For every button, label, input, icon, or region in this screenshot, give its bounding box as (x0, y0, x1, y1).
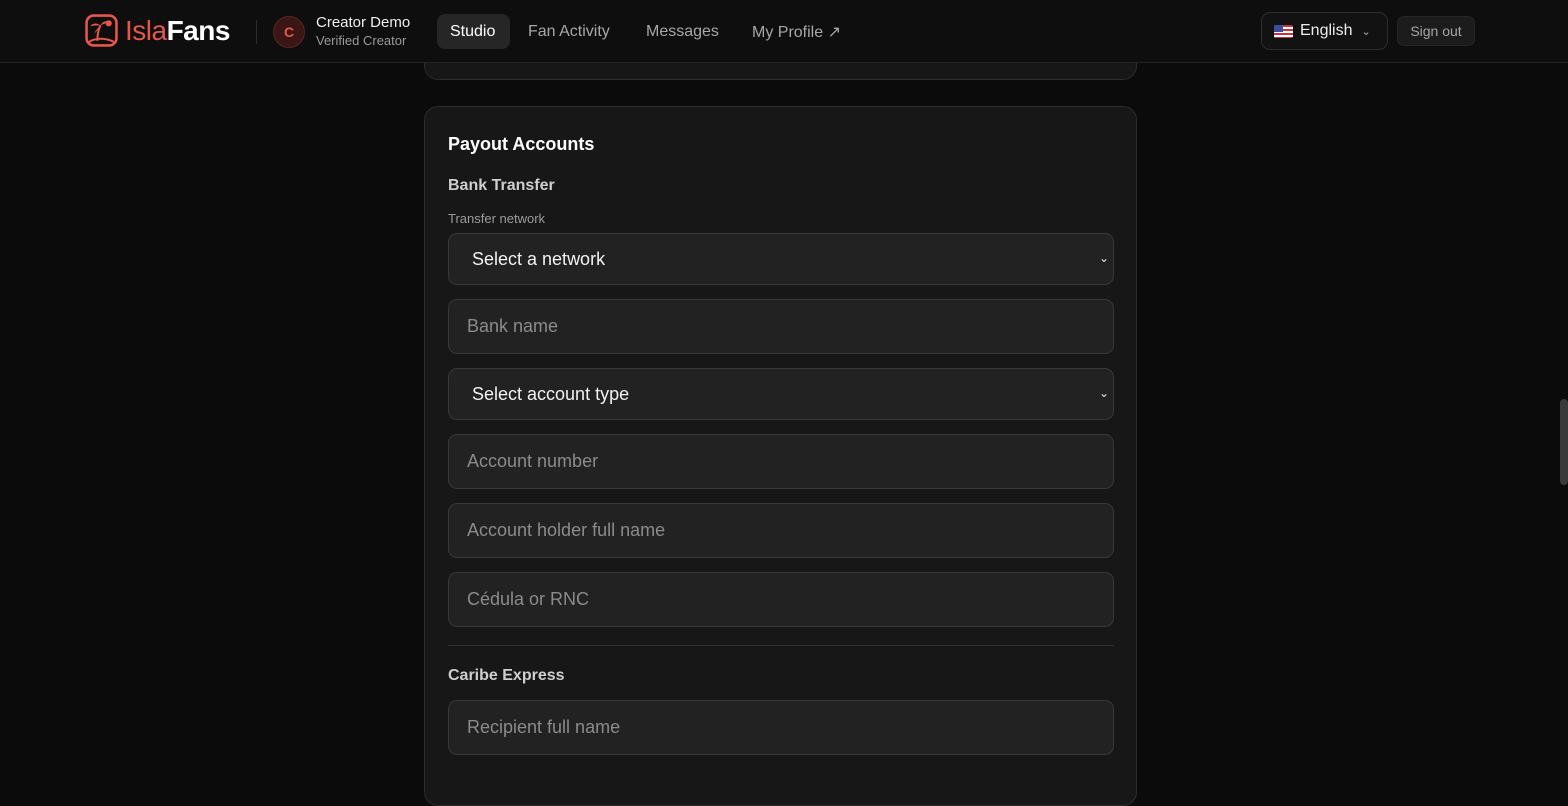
caribe-express-title: Caribe Express (448, 667, 565, 684)
nav-fan-activity[interactable]: Fan Activity (515, 14, 623, 49)
transfer-network-label: Transfer network (448, 211, 546, 226)
top-navigation-bar: IslaFans C Creator Demo Verified Creator… (0, 0, 1568, 63)
account-holder-input[interactable]: Account holder full name (448, 503, 1114, 558)
language-label: English (1300, 22, 1353, 39)
brand-name-part2: Fans (166, 14, 231, 46)
account-number-input[interactable]: Account number (448, 434, 1114, 489)
account-type-value: Select account type (472, 383, 630, 404)
page-scrollbar[interactable] (1560, 399, 1568, 485)
bank-name-input[interactable]: Bank name (448, 299, 1114, 354)
payout-accounts-title: Payout Accounts (448, 134, 595, 154)
language-selector[interactable]: English ⌄ (1261, 12, 1388, 50)
sign-out-button[interactable]: Sign out (1397, 16, 1475, 46)
recipient-name-input[interactable]: Recipient full name (448, 700, 1114, 755)
chevron-down-icon: ⌄ (1098, 386, 1109, 400)
nav-studio[interactable]: Studio (437, 14, 510, 49)
header-divider (256, 20, 257, 44)
cedula-rnc-input[interactable]: Cédula or RNC (448, 572, 1114, 627)
bank-transfer-title: Bank Transfer (448, 177, 555, 194)
section-divider (448, 645, 1114, 646)
user-role: Verified Creator (316, 33, 407, 48)
nav-messages[interactable]: Messages (633, 14, 732, 49)
avatar[interactable]: C (273, 16, 305, 48)
palm-beach-logo-icon (85, 14, 118, 47)
chevron-down-icon: ⌄ (1098, 251, 1109, 265)
transfer-network-select[interactable]: Select a network ⌄ (448, 233, 1114, 285)
payout-accounts-card: Payout Accounts Bank Transfer Transfer n… (424, 106, 1137, 806)
account-type-select[interactable]: Select account type ⌄ (448, 368, 1114, 420)
nav-my-profile[interactable]: My Profile ↗ (739, 14, 854, 49)
brand-name: IslaFans (125, 15, 230, 47)
chevron-down-icon: ⌄ (1361, 25, 1371, 38)
transfer-network-value: Select a network (472, 248, 606, 269)
brand-name-part1: Isla (125, 14, 167, 46)
us-flag-icon (1274, 24, 1293, 38)
brand-logo[interactable]: IslaFans (85, 14, 230, 47)
user-name: Creator Demo (316, 14, 411, 31)
